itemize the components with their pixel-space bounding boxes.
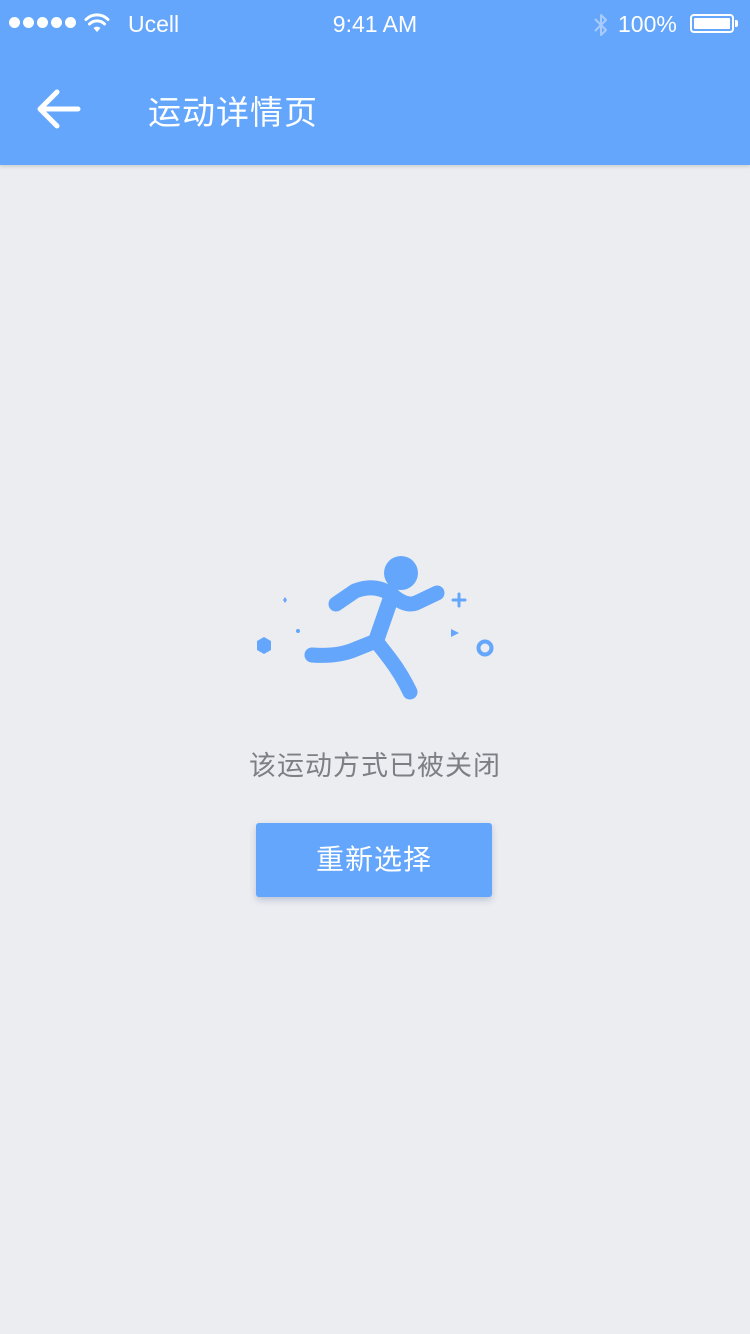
bluetooth-icon <box>594 14 607 36</box>
running-person-icon <box>257 556 494 700</box>
battery-icon <box>690 14 734 33</box>
status-bar: Ucell 9:41 AM 100% <box>0 0 750 50</box>
reselect-button[interactable]: 重新选择 <box>256 823 492 897</box>
battery-percentage: 100% <box>618 11 677 37</box>
page-title: 运动详情页 <box>148 93 318 132</box>
battery-tip <box>735 20 738 27</box>
arrow-left-icon <box>37 89 81 129</box>
app-header: Ucell 9:41 AM 100% 运动详情页 <box>0 0 750 165</box>
empty-state-message: 该运动方式已被关闭 <box>249 751 501 782</box>
back-button[interactable] <box>28 80 88 140</box>
